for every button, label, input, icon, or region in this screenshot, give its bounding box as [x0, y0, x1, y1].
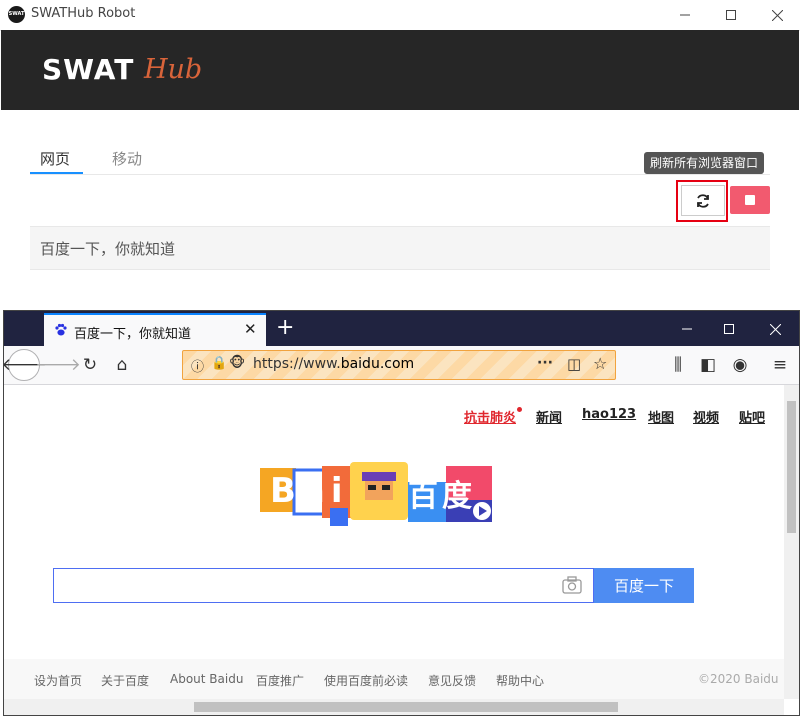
lock-icon[interactable]: 🔒 — [211, 356, 227, 371]
doodle-du-text: 百度 — [408, 479, 476, 514]
minimize-icon[interactable] — [664, 314, 710, 344]
footer-link-about-en[interactable]: About Baidu — [170, 672, 243, 686]
stop-icon — [745, 195, 755, 205]
url-text: https://www.baidu.com — [253, 356, 415, 372]
top-link-map[interactable]: 地图 — [648, 407, 674, 426]
app-icon: SWAT — [8, 6, 25, 23]
top-link-hao123[interactable]: hao123 — [582, 407, 636, 422]
minimize-icon[interactable] — [662, 0, 708, 30]
firefox-tab[interactable]: 百度一下，你就知道 ✕ — [44, 313, 266, 346]
horizontal-scroll-thumb[interactable] — [194, 702, 618, 712]
search-input[interactable] — [53, 568, 594, 603]
menu-icon[interactable]: ≡ — [766, 351, 794, 379]
refresh-icon — [697, 193, 709, 208]
horizontal-scrollbar[interactable] — [4, 699, 784, 715]
firefox-navbar: 🡐 🡒 ↻ ⌂ ⓘ 🔒 🐵 https://www.baidu.com ··· … — [4, 346, 799, 385]
top-link-covid[interactable]: 抗击肺炎 — [464, 407, 516, 426]
new-tab-icon[interactable]: + — [276, 315, 294, 340]
tab-active-indicator — [30, 172, 83, 174]
close-tab-icon[interactable]: ✕ — [244, 320, 257, 338]
maximize-icon[interactable] — [706, 314, 752, 344]
forward-icon[interactable]: 🡒 — [35, 351, 81, 379]
baidu-footer: 设为首页 关于百度 About Baidu 百度推广 使用百度前必读 意见反馈 … — [4, 659, 784, 699]
info-icon[interactable]: ⓘ — [191, 356, 204, 375]
footer-link-homepage[interactable]: 设为首页 — [34, 672, 82, 689]
swat-logo: SWAT — [42, 53, 135, 86]
top-link-video[interactable]: 视频 — [693, 407, 719, 426]
stop-button[interactable] — [730, 186, 770, 214]
top-link-news[interactable]: 新闻 — [536, 407, 562, 426]
tab-mobile[interactable]: 移动 — [112, 148, 142, 169]
refresh-all-button[interactable] — [681, 185, 725, 216]
account-icon[interactable]: ◉ — [726, 351, 754, 379]
home-icon[interactable]: ⌂ — [108, 351, 136, 379]
footer-link-help[interactable]: 帮助中心 — [496, 672, 544, 689]
reload-icon[interactable]: ↻ — [76, 351, 104, 379]
firefox-window: 百度一下，你就知道 ✕ + 🡐 🡒 ↻ ⌂ ⓘ 🔒 🐵 https://www.… — [3, 310, 800, 716]
vertical-scroll-thumb[interactable] — [787, 401, 796, 533]
more-icon[interactable]: ··· — [537, 355, 553, 371]
search-button[interactable]: 百度一下 — [594, 568, 694, 603]
app-title: SWATHub Robot — [31, 6, 136, 21]
hub-logo: Hub — [144, 54, 203, 85]
hot-dot — [517, 407, 522, 412]
tooltip: 刷新所有浏览器窗口 — [644, 152, 765, 174]
doodle-bai-text: Bai — [270, 471, 349, 511]
paw-icon — [55, 323, 67, 336]
footer-link-feedback[interactable]: 意见反馈 — [428, 672, 476, 689]
permission-icon[interactable]: 🐵 — [229, 355, 245, 371]
firefox-tab-title: 百度一下，你就知道 — [74, 327, 192, 342]
library-icon[interactable]: ⫼ — [664, 351, 692, 379]
close-icon[interactable] — [754, 0, 800, 30]
tab-web[interactable]: 网页 — [40, 148, 70, 169]
sidebar-icon[interactable]: ◧ — [694, 351, 722, 379]
footer-link-promotion[interactable]: 百度推广 — [256, 672, 304, 689]
star-icon[interactable]: ☆ — [593, 354, 607, 373]
top-link-tieba[interactable]: 贴吧 — [739, 407, 765, 426]
footer-link-terms[interactable]: 使用百度前必读 — [324, 672, 408, 689]
camera-icon[interactable] — [562, 576, 582, 594]
footer-link-about[interactable]: 关于百度 — [101, 672, 149, 689]
copyright: ©2020 Baidu — [698, 672, 779, 686]
close-icon[interactable] — [752, 314, 798, 344]
pocket-icon[interactable]: ◫ — [567, 355, 581, 373]
maximize-icon[interactable] — [708, 0, 754, 30]
browser-page-row[interactable]: 百度一下，你就知道 — [30, 226, 770, 270]
url-bar[interactable]: ⓘ 🔒 🐵 https://www.baidu.com ··· ◫ ☆ — [182, 350, 616, 380]
vertical-scrollbar[interactable] — [784, 385, 799, 699]
